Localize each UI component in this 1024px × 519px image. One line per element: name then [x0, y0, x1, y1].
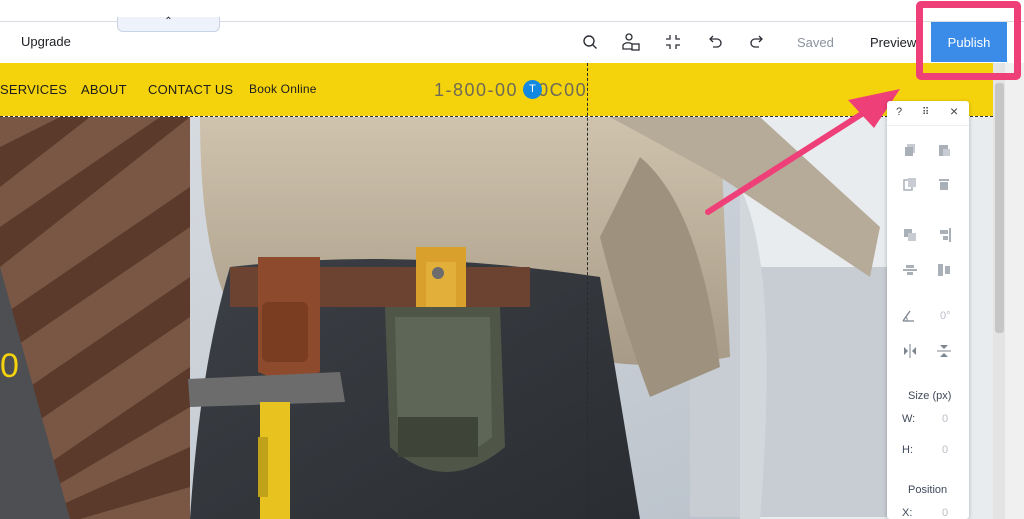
width-label: W: — [902, 413, 916, 425]
editor-scrollbar[interactable] — [993, 63, 1024, 519]
accessibility-icon[interactable] — [620, 31, 642, 53]
height-label: H: — [902, 444, 913, 456]
undo-icon[interactable] — [704, 31, 726, 53]
paste-icon[interactable] — [935, 141, 953, 159]
height-field[interactable]: 0 — [942, 444, 948, 456]
phone-number-start: 1-800-00 — [434, 80, 519, 100]
publish-highlight-box — [916, 1, 1021, 80]
hero-photo — [0, 117, 993, 519]
delete-icon[interactable] — [935, 175, 953, 193]
x-label: X: — [902, 507, 913, 519]
nav-item-about[interactable]: ABOUT — [81, 82, 127, 97]
editor-top-bar: ⌃ Upgrade Saved Preview Publish — [0, 0, 1024, 63]
nav-item-contact-us[interactable]: CONTACT US — [148, 82, 233, 97]
header-boundary-line — [0, 116, 993, 117]
help-icon[interactable]: ? — [896, 106, 902, 118]
hero-number: 0 — [0, 347, 19, 385]
editor-canvas: SERVICES ABOUT CONTACT US Book Online 1-… — [0, 63, 993, 519]
duplicate-icon[interactable] — [901, 175, 919, 193]
x-field[interactable]: 0 — [942, 507, 948, 519]
preview-button[interactable]: Preview — [870, 35, 916, 50]
bring-forward-icon[interactable] — [901, 226, 919, 244]
site-header: SERVICES ABOUT CONTACT US Book Online 1-… — [0, 63, 993, 116]
alignment-guide — [587, 63, 588, 519]
distribute-icon[interactable] — [935, 261, 953, 279]
redo-icon[interactable] — [746, 31, 768, 53]
scroll-thumb[interactable] — [995, 83, 1004, 333]
align-right-icon[interactable] — [935, 226, 953, 244]
nav-item-book-online[interactable]: Book Online — [249, 82, 317, 96]
close-icon[interactable]: × — [950, 103, 958, 119]
panel-header: ? ⠿ × — [887, 101, 969, 126]
position-heading: Position — [908, 484, 948, 496]
chevron-up-icon: ⌃ — [164, 16, 173, 27]
search-icon[interactable] — [579, 31, 601, 53]
flip-vertical-icon[interactable] — [935, 342, 953, 360]
phone-number-end: 0C00 — [538, 80, 588, 100]
text-badge[interactable]: T — [523, 80, 542, 99]
layout-panel: ? ⠿ × 0° Size (px) W: 0 H: 0 Position X:… — [887, 101, 969, 519]
copy-icon[interactable] — [901, 141, 919, 159]
width-field[interactable]: 0 — [942, 413, 948, 425]
saved-status: Saved — [797, 35, 834, 50]
rotate-icon[interactable] — [899, 307, 917, 325]
hero-image[interactable]: 0 — [0, 117, 993, 519]
drag-handle-icon[interactable]: ⠿ — [922, 107, 929, 118]
align-center-icon[interactable] — [901, 261, 919, 279]
rotation-value[interactable]: 0° — [940, 310, 951, 322]
collapse-toolbar-tab[interactable]: ⌃ — [117, 17, 220, 32]
upgrade-link[interactable]: Upgrade — [21, 34, 71, 49]
nav-item-services[interactable]: SERVICES — [0, 82, 67, 97]
size-heading: Size (px) — [908, 390, 952, 402]
fit-to-screen-icon[interactable] — [662, 31, 684, 53]
flip-horizontal-icon[interactable] — [901, 342, 919, 360]
phone-number[interactable]: 1-800-00 0C00 — [434, 80, 587, 101]
